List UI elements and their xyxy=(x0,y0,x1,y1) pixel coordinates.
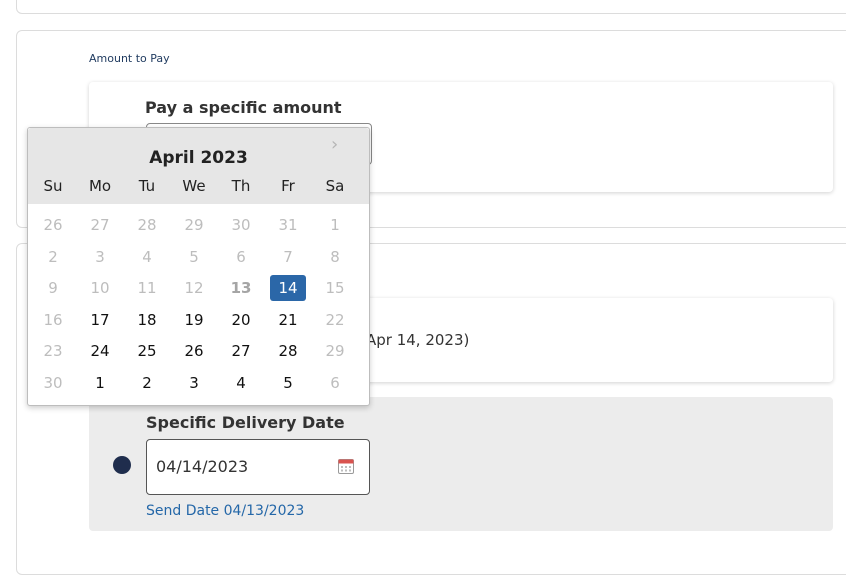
datepicker-day: 1 xyxy=(330,216,340,234)
datepicker-day: 23 xyxy=(43,342,63,360)
weekday-label: Su xyxy=(43,177,63,195)
datepicker-day: 11 xyxy=(137,279,157,297)
datepicker-day: 16 xyxy=(43,310,63,329)
weekday-label: Th xyxy=(231,177,251,195)
datepicker-day-grid: 26 27 28 29 30 31 1 2 3 4 5 6 7 8 9 10 11 12 13 14 15 16 17 18 1… xyxy=(35,212,365,402)
datepicker-header: April 2023 › Su Mo Tu We Th Fr Sa xyxy=(28,128,369,204)
datepicker-day: 29 xyxy=(325,342,345,360)
weekday-label: Fr xyxy=(281,177,295,195)
datepicker-day: 8 xyxy=(330,247,340,266)
weekday-label: We xyxy=(182,177,206,195)
datepicker-day: 10 xyxy=(90,279,110,297)
datepicker-day: 22 xyxy=(325,310,345,329)
datepicker-day[interactable]: 18 xyxy=(129,307,165,333)
datepicker-day[interactable]: 2 xyxy=(129,370,165,396)
datepicker-month-label: April 2023 xyxy=(149,148,248,168)
datepicker-day: 31 xyxy=(278,216,298,234)
datepicker-day: 13 xyxy=(230,279,252,297)
datepicker-day: 30 xyxy=(231,216,251,234)
datepicker-day-selected[interactable]: 14 xyxy=(270,275,306,301)
datepicker-day[interactable]: 20 xyxy=(223,307,259,333)
amount-to-pay-label: Amount to Pay xyxy=(89,52,170,65)
datepicker-day: 6 xyxy=(236,247,246,266)
pay-specific-amount-title: Pay a specific amount xyxy=(145,98,342,117)
datepicker-day[interactable]: 27 xyxy=(223,338,259,364)
datepicker-day[interactable]: 4 xyxy=(223,370,259,396)
datepicker-day: 2 xyxy=(48,247,58,266)
datepicker-day: 4 xyxy=(142,247,152,266)
datepicker-day[interactable]: 17 xyxy=(82,307,118,333)
chevron-right-icon[interactable]: › xyxy=(331,134,338,155)
datepicker-day: 29 xyxy=(184,216,204,234)
datepicker-popup: April 2023 › Su Mo Tu We Th Fr Sa 26 27 28… xyxy=(27,127,370,406)
calendar-icon[interactable] xyxy=(337,457,355,475)
datepicker-day[interactable]: 28 xyxy=(270,338,306,364)
specific-delivery-radio[interactable] xyxy=(113,456,131,474)
previous-section-panel xyxy=(16,0,846,14)
specific-delivery-date-title: Specific Delivery Date xyxy=(146,413,345,432)
datepicker-day[interactable]: 5 xyxy=(270,370,306,396)
weekday-header-row: Su Mo Tu We Th Fr Sa xyxy=(35,177,365,199)
datepicker-day: 3 xyxy=(95,247,105,266)
delivery-option-earliest-text: Apr 14, 2023) xyxy=(366,331,470,349)
weekday-label: Tu xyxy=(138,177,156,195)
datepicker-day: 9 xyxy=(48,279,58,297)
datepicker-day: 30 xyxy=(43,373,63,392)
datepicker-day: 28 xyxy=(137,216,157,234)
weekday-label: Sa xyxy=(325,177,345,195)
datepicker-day: 12 xyxy=(184,279,204,297)
datepicker-day[interactable]: 25 xyxy=(129,338,165,364)
datepicker-day: 7 xyxy=(283,247,293,266)
datepicker-day[interactable]: 21 xyxy=(270,307,306,333)
datepicker-day: 6 xyxy=(330,373,340,392)
datepicker-day[interactable]: 26 xyxy=(176,338,212,364)
datepicker-day: 26 xyxy=(43,216,63,234)
delivery-date-value: 04/14/2023 xyxy=(156,457,249,476)
datepicker-day: 15 xyxy=(325,279,345,297)
send-date-text: Send Date 04/13/2023 xyxy=(146,503,305,519)
weekday-label: Mo xyxy=(88,177,112,195)
datepicker-day[interactable]: 3 xyxy=(176,370,212,396)
datepicker-day[interactable]: 1 xyxy=(82,370,118,396)
datepicker-day: 5 xyxy=(189,247,199,266)
datepicker-day[interactable]: 24 xyxy=(82,338,118,364)
datepicker-day: 27 xyxy=(90,216,110,234)
datepicker-day[interactable]: 19 xyxy=(176,307,212,333)
